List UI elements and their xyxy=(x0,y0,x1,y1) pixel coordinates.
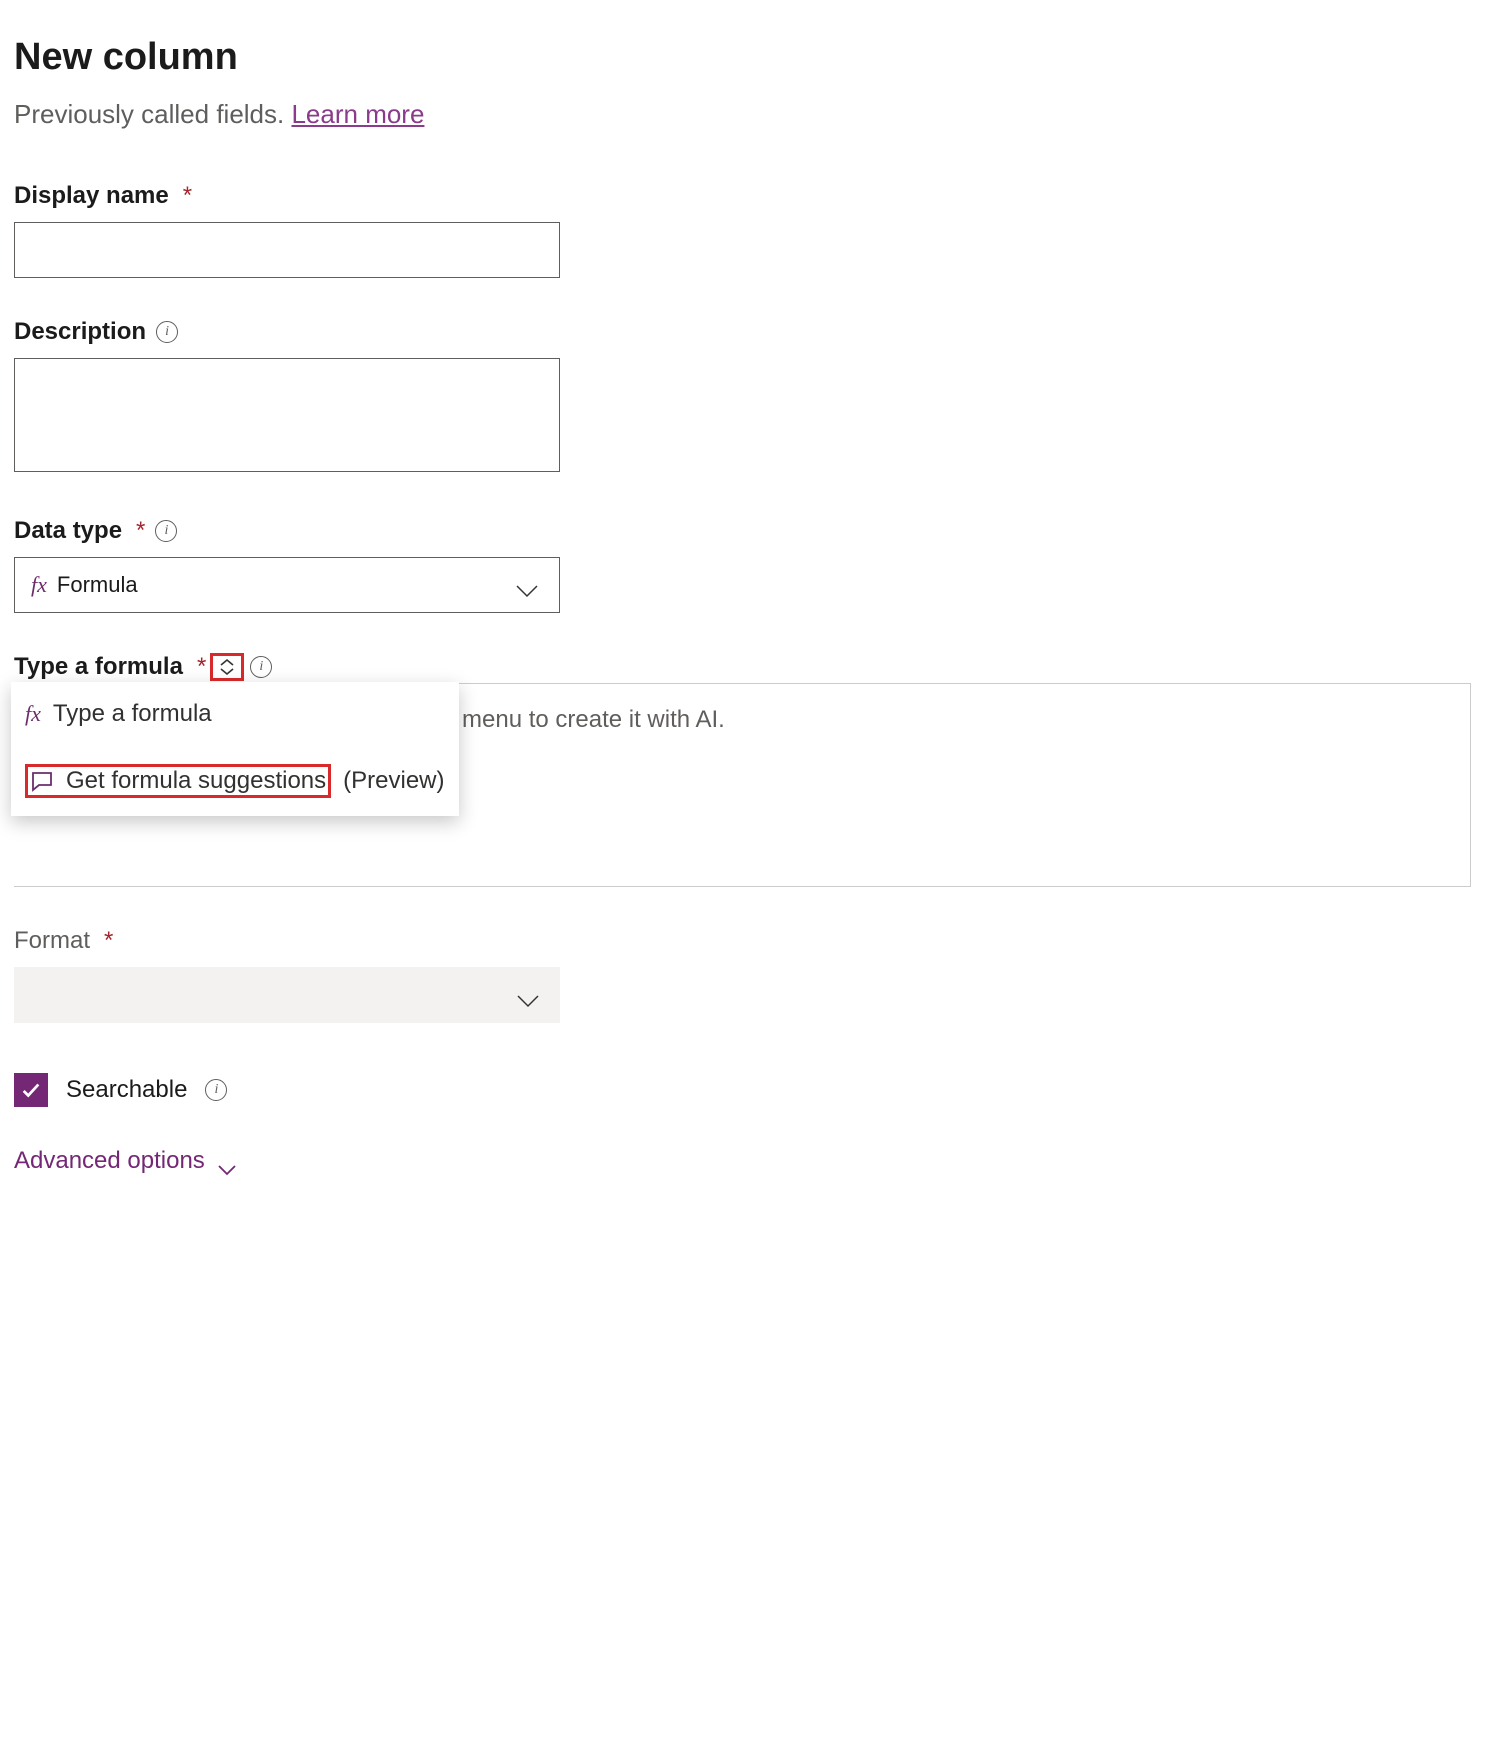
display-name-input[interactable] xyxy=(14,222,560,278)
formula-mode-dropdown: fx Type a formula Get formula suggestion… xyxy=(11,682,459,816)
advanced-options-label: Advanced options xyxy=(14,1147,205,1175)
option-get-suggestions-label: Get formula suggestions xyxy=(66,767,326,795)
info-icon[interactable]: i xyxy=(156,321,178,343)
info-icon[interactable]: i xyxy=(205,1079,227,1101)
format-label: Format * xyxy=(14,927,113,955)
info-icon[interactable]: i xyxy=(250,656,272,678)
type-formula-text: Type a formula xyxy=(14,653,183,681)
description-label: Description i xyxy=(14,318,178,346)
description-text: Description xyxy=(14,318,146,346)
searchable-checkbox[interactable] xyxy=(14,1073,48,1107)
required-star: * xyxy=(104,927,113,955)
data-type-select[interactable]: fx Formula xyxy=(14,557,560,613)
info-icon[interactable]: i xyxy=(155,520,177,542)
chat-icon xyxy=(30,769,54,793)
display-name-label: Display name * xyxy=(14,182,192,210)
fx-icon: fx xyxy=(31,572,47,598)
required-star: * xyxy=(183,182,192,210)
dropdown-option-type-formula[interactable]: fx Type a formula xyxy=(11,682,459,746)
dropdown-option-get-suggestions[interactable]: Get formula suggestions (Preview) xyxy=(11,746,459,816)
chevron-down-icon xyxy=(217,1155,237,1167)
description-input[interactable] xyxy=(14,358,560,472)
chevron-down-icon xyxy=(515,578,539,592)
subtitle-prefix: Previously called fields. xyxy=(14,99,291,129)
option-get-suggestions-suffix: (Preview) xyxy=(343,767,444,795)
advanced-options-toggle[interactable]: Advanced options xyxy=(14,1147,237,1175)
option-type-formula-label: Type a formula xyxy=(53,700,212,728)
data-type-label: Data type * i xyxy=(14,517,177,545)
display-name-text: Display name xyxy=(14,182,169,210)
required-star: * xyxy=(197,653,206,681)
format-select[interactable] xyxy=(14,967,560,1023)
formula-mode-toggle[interactable] xyxy=(210,653,244,681)
formula-editor[interactable]: menu to create it with AI. fx Type a for… xyxy=(14,683,1471,887)
data-type-text: Data type xyxy=(14,517,122,545)
panel-subtitle: Previously called fields. Learn more xyxy=(14,99,1471,130)
formula-placeholder-tail: menu to create it with AI. xyxy=(462,706,725,734)
panel-title: New column xyxy=(14,36,1471,79)
learn-more-link[interactable]: Learn more xyxy=(291,99,424,129)
type-formula-label: Type a formula * xyxy=(14,653,206,681)
fx-icon: fx xyxy=(25,701,41,727)
searchable-label: Searchable xyxy=(66,1076,187,1104)
chevron-down-icon xyxy=(516,988,540,1002)
required-star: * xyxy=(136,517,145,545)
data-type-value: Formula xyxy=(57,572,138,598)
format-text: Format xyxy=(14,927,90,955)
